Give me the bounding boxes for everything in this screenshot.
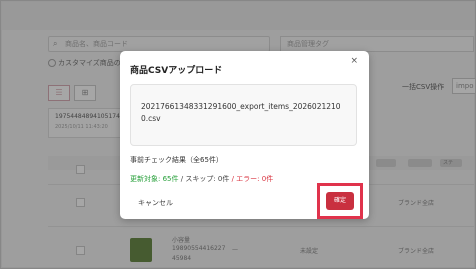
cancel-button[interactable]: キャンセル — [138, 198, 173, 208]
file-name-box: 20217661348331291600_export_items_202602… — [130, 84, 357, 146]
close-icon[interactable]: × — [350, 56, 358, 66]
confirm-button[interactable]: 確定 — [326, 192, 354, 210]
precheck-summary: 事前チェック結果（全65件） — [130, 156, 223, 164]
skip-count: / スキップ: 0件 — [180, 175, 230, 183]
modal-title: 商品CSVアップロード — [130, 66, 223, 76]
error-count: / エラー: 0件 — [231, 175, 274, 183]
precheck-results: 更新対象: 65件 / スキップ: 0件 / エラー: 0件 — [130, 174, 273, 184]
file-name: 20217661348331291600_export_items_202602… — [141, 102, 341, 123]
update-target-count: 更新対象: 65件 — [130, 175, 179, 183]
